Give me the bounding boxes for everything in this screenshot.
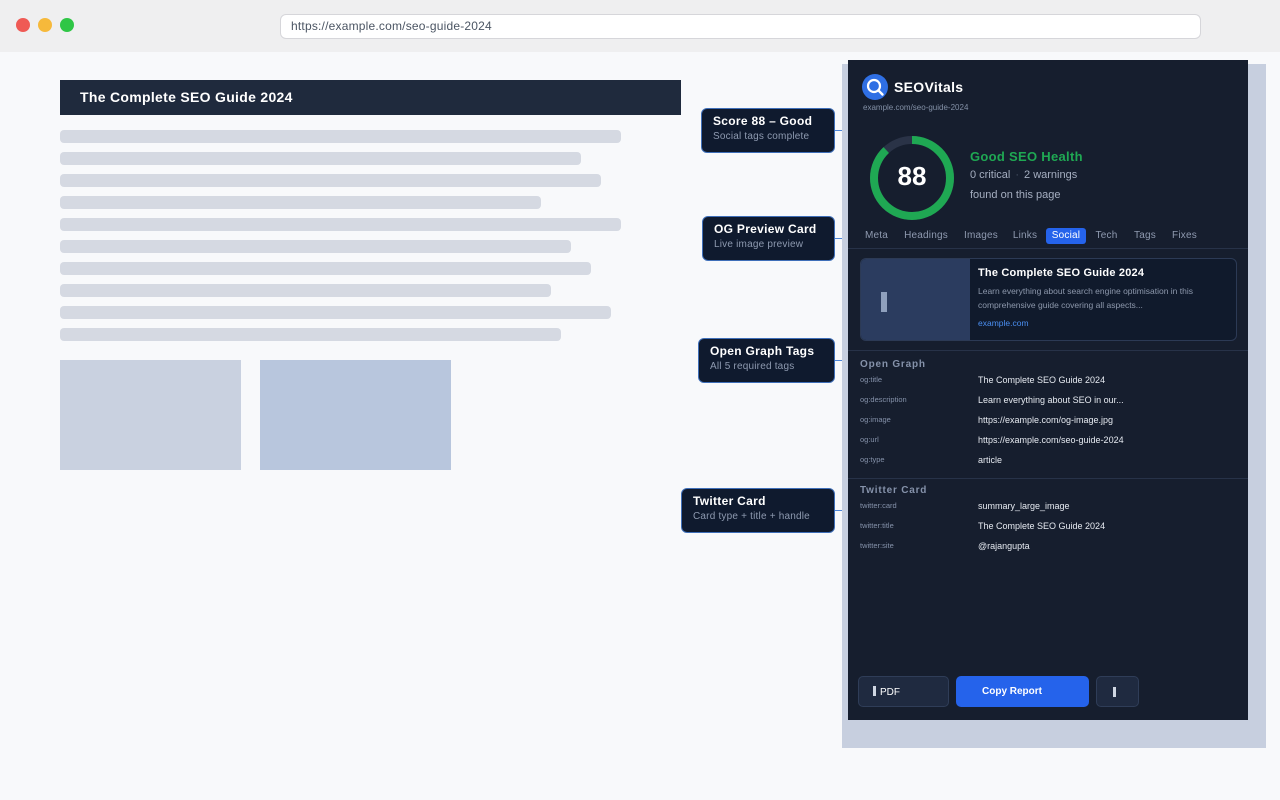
text-placeholder-line: [60, 284, 551, 297]
callout-title: Open Graph Tags: [710, 344, 815, 358]
og-preview-title: The Complete SEO Guide 2024: [978, 267, 1145, 279]
divider: [848, 478, 1248, 479]
close-window-button[interactable]: [16, 18, 30, 32]
image-icon: [881, 292, 887, 312]
text-placeholder-line: [60, 240, 571, 253]
text-placeholder-line: [60, 306, 611, 319]
health-status: Good SEO Health: [970, 149, 1083, 164]
more-button[interactable]: [1096, 676, 1139, 707]
callout-subtitle: Live image preview: [714, 239, 804, 250]
tab-images[interactable]: Images: [959, 228, 1003, 244]
twitter-key: twitter:card: [860, 501, 897, 510]
tab-tags[interactable]: Tags: [1130, 228, 1160, 244]
text-placeholder-line: [60, 130, 621, 143]
open-graph-heading: Open Graph: [860, 359, 926, 370]
twitter-card-heading: Twitter Card: [860, 485, 928, 496]
og-key: og:url: [860, 435, 879, 444]
callout-score: Score 88 – Good Social tags complete: [701, 108, 835, 153]
callout-open-graph: Open Graph Tags All 5 required tags: [698, 338, 835, 383]
page-title: The Complete SEO Guide 2024: [60, 80, 681, 115]
document-icon: [873, 686, 876, 696]
text-placeholder-line: [60, 218, 621, 231]
twitter-key: twitter:title: [860, 521, 894, 530]
analyzed-url: example.com/seo-guide-2024: [863, 103, 969, 112]
og-image-thumbnail: [861, 259, 970, 340]
twitter-value: summary_large_image: [978, 501, 1070, 511]
callout-title: Score 88 – Good: [713, 114, 813, 128]
minimize-window-button[interactable]: [38, 18, 52, 32]
browser-toolbar: https://example.com/seo-guide-2024: [0, 0, 1280, 52]
og-key: og:description: [860, 395, 907, 404]
callout-twitter-card: Twitter Card Card type + title + handle: [681, 488, 835, 533]
twitter-value: The Complete SEO Guide 2024: [978, 521, 1106, 531]
tab-headings[interactable]: Headings: [901, 228, 951, 244]
more-icon: [1113, 687, 1116, 697]
twitter-value: @rajangupta: [978, 541, 1030, 551]
tab-meta[interactable]: Meta: [858, 228, 895, 244]
callout-subtitle: All 5 required tags: [710, 361, 795, 372]
maximize-window-button[interactable]: [60, 18, 74, 32]
seo-extension-panel: SEOVitals example.com/seo-guide-2024 88 …: [848, 60, 1248, 720]
callout-title: OG Preview Card: [714, 222, 817, 236]
og-value: https://example.com/og-image.jpg: [978, 415, 1114, 425]
og-preview-description: Learn everything about search engine opt…: [978, 286, 1193, 310]
copy-report-button[interactable]: Copy Report: [956, 676, 1089, 707]
score-value: 88: [897, 161, 927, 191]
og-value: https://example.com/seo-guide-2024: [978, 435, 1124, 445]
divider: [848, 350, 1248, 351]
og-preview-card: The Complete SEO Guide 2024 Learn everyt…: [860, 258, 1237, 341]
twitter-key: twitter:site: [860, 541, 894, 550]
tab-social[interactable]: Social: [1046, 228, 1086, 244]
extension-brand: SEOVitals: [894, 79, 964, 95]
tab-links[interactable]: Links: [1010, 228, 1040, 244]
og-preview-domain: example.com: [978, 318, 1029, 328]
callout-og-preview: OG Preview Card Live image preview: [702, 216, 835, 261]
text-placeholder-line: [60, 174, 601, 187]
tab-fixes[interactable]: Fixes: [1168, 228, 1201, 244]
warnings-count: 2 warnings: [1024, 169, 1078, 181]
callout-subtitle: Card type + title + handle: [693, 511, 810, 522]
text-placeholder-line: [60, 196, 541, 209]
pdf-label: PDF: [880, 687, 900, 698]
tab-tech[interactable]: Tech: [1091, 228, 1122, 244]
critical-count: 0 critical: [970, 169, 1011, 181]
og-value: Learn everything about SEO in our...: [978, 395, 1124, 405]
image-placeholder: [260, 360, 451, 470]
callout-title: Twitter Card: [693, 494, 766, 508]
divider: [848, 248, 1248, 249]
search-icon: [862, 74, 888, 100]
callout-subtitle: Social tags complete: [713, 131, 810, 142]
og-key: og:image: [860, 415, 891, 424]
og-value: article: [978, 455, 1003, 465]
found-label: found on this page: [970, 189, 1061, 201]
tab-bar: Meta Headings Images Links Social Tech T…: [858, 228, 1238, 244]
og-key: og:title: [860, 375, 883, 384]
pdf-button[interactable]: PDF: [858, 676, 949, 707]
text-placeholder-line: [60, 262, 591, 275]
address-bar[interactable]: https://example.com/seo-guide-2024: [280, 14, 1201, 39]
image-placeholder: [60, 360, 241, 470]
og-key: og:type: [860, 455, 885, 464]
text-placeholder-line: [60, 152, 581, 165]
og-value: The Complete SEO Guide 2024: [978, 375, 1106, 385]
text-placeholder-line: [60, 328, 561, 341]
issue-counts: 0 critical · 2 warnings: [970, 169, 1078, 181]
